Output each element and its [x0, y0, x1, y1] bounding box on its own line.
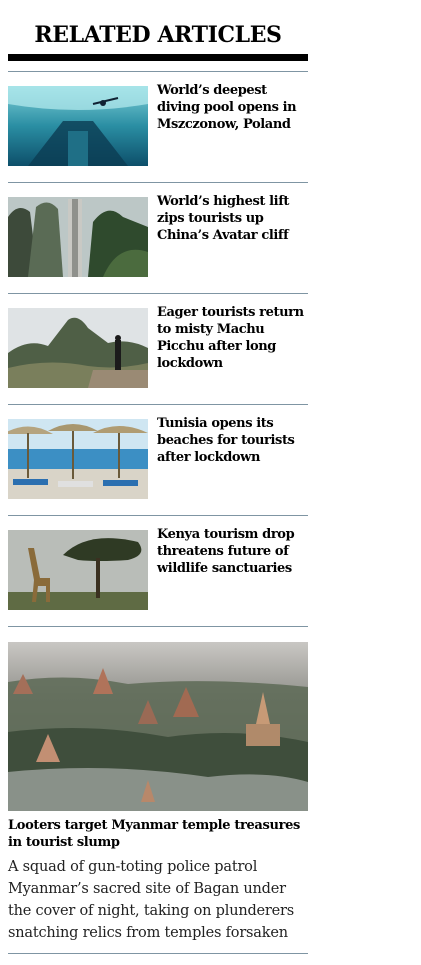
article-item[interactable]: Eager tourists return to misty Machu Pic… [8, 293, 308, 404]
divider [8, 182, 308, 183]
divider [8, 626, 308, 627]
machu-picchu-image[interactable] [8, 308, 148, 388]
bagan-temples-image[interactable] [8, 642, 308, 811]
feature-headline[interactable]: Looters target Myanmar temple treasures … [8, 817, 308, 851]
article-item[interactable]: World’s highest lift zips tourists up Ch… [8, 182, 308, 293]
article-headline[interactable]: World’s deepest diving pool opens in Msz… [157, 82, 307, 133]
divider [8, 515, 308, 516]
article-headline[interactable]: Kenya tourism drop threatens future of w… [157, 526, 307, 577]
cliff-lift-image[interactable] [8, 197, 148, 277]
divider [8, 953, 308, 954]
section-title: RELATED ARTICLES [34, 22, 282, 48]
article-item[interactable]: World’s deepest diving pool opens in Msz… [8, 71, 308, 182]
divider [8, 293, 308, 294]
title-underline [8, 54, 308, 61]
divider [8, 71, 308, 72]
article-headline[interactable]: World’s highest lift zips tourists up Ch… [157, 193, 307, 244]
diving-pool-image[interactable] [8, 86, 148, 166]
article-item[interactable]: Tunisia opens its beaches for tourists a… [8, 404, 308, 515]
beach-umbrellas-image[interactable] [8, 419, 148, 499]
article-headline[interactable]: Tunisia opens its beaches for tourists a… [157, 415, 307, 466]
article-headline[interactable]: Eager tourists return to misty Machu Pic… [157, 304, 307, 372]
feature-summary: A squad of gun-toting police patrol Myan… [8, 859, 295, 941]
divider [8, 404, 308, 405]
article-item[interactable]: Kenya tourism drop threatens future of w… [8, 515, 308, 626]
giraffe-image[interactable] [8, 530, 148, 610]
